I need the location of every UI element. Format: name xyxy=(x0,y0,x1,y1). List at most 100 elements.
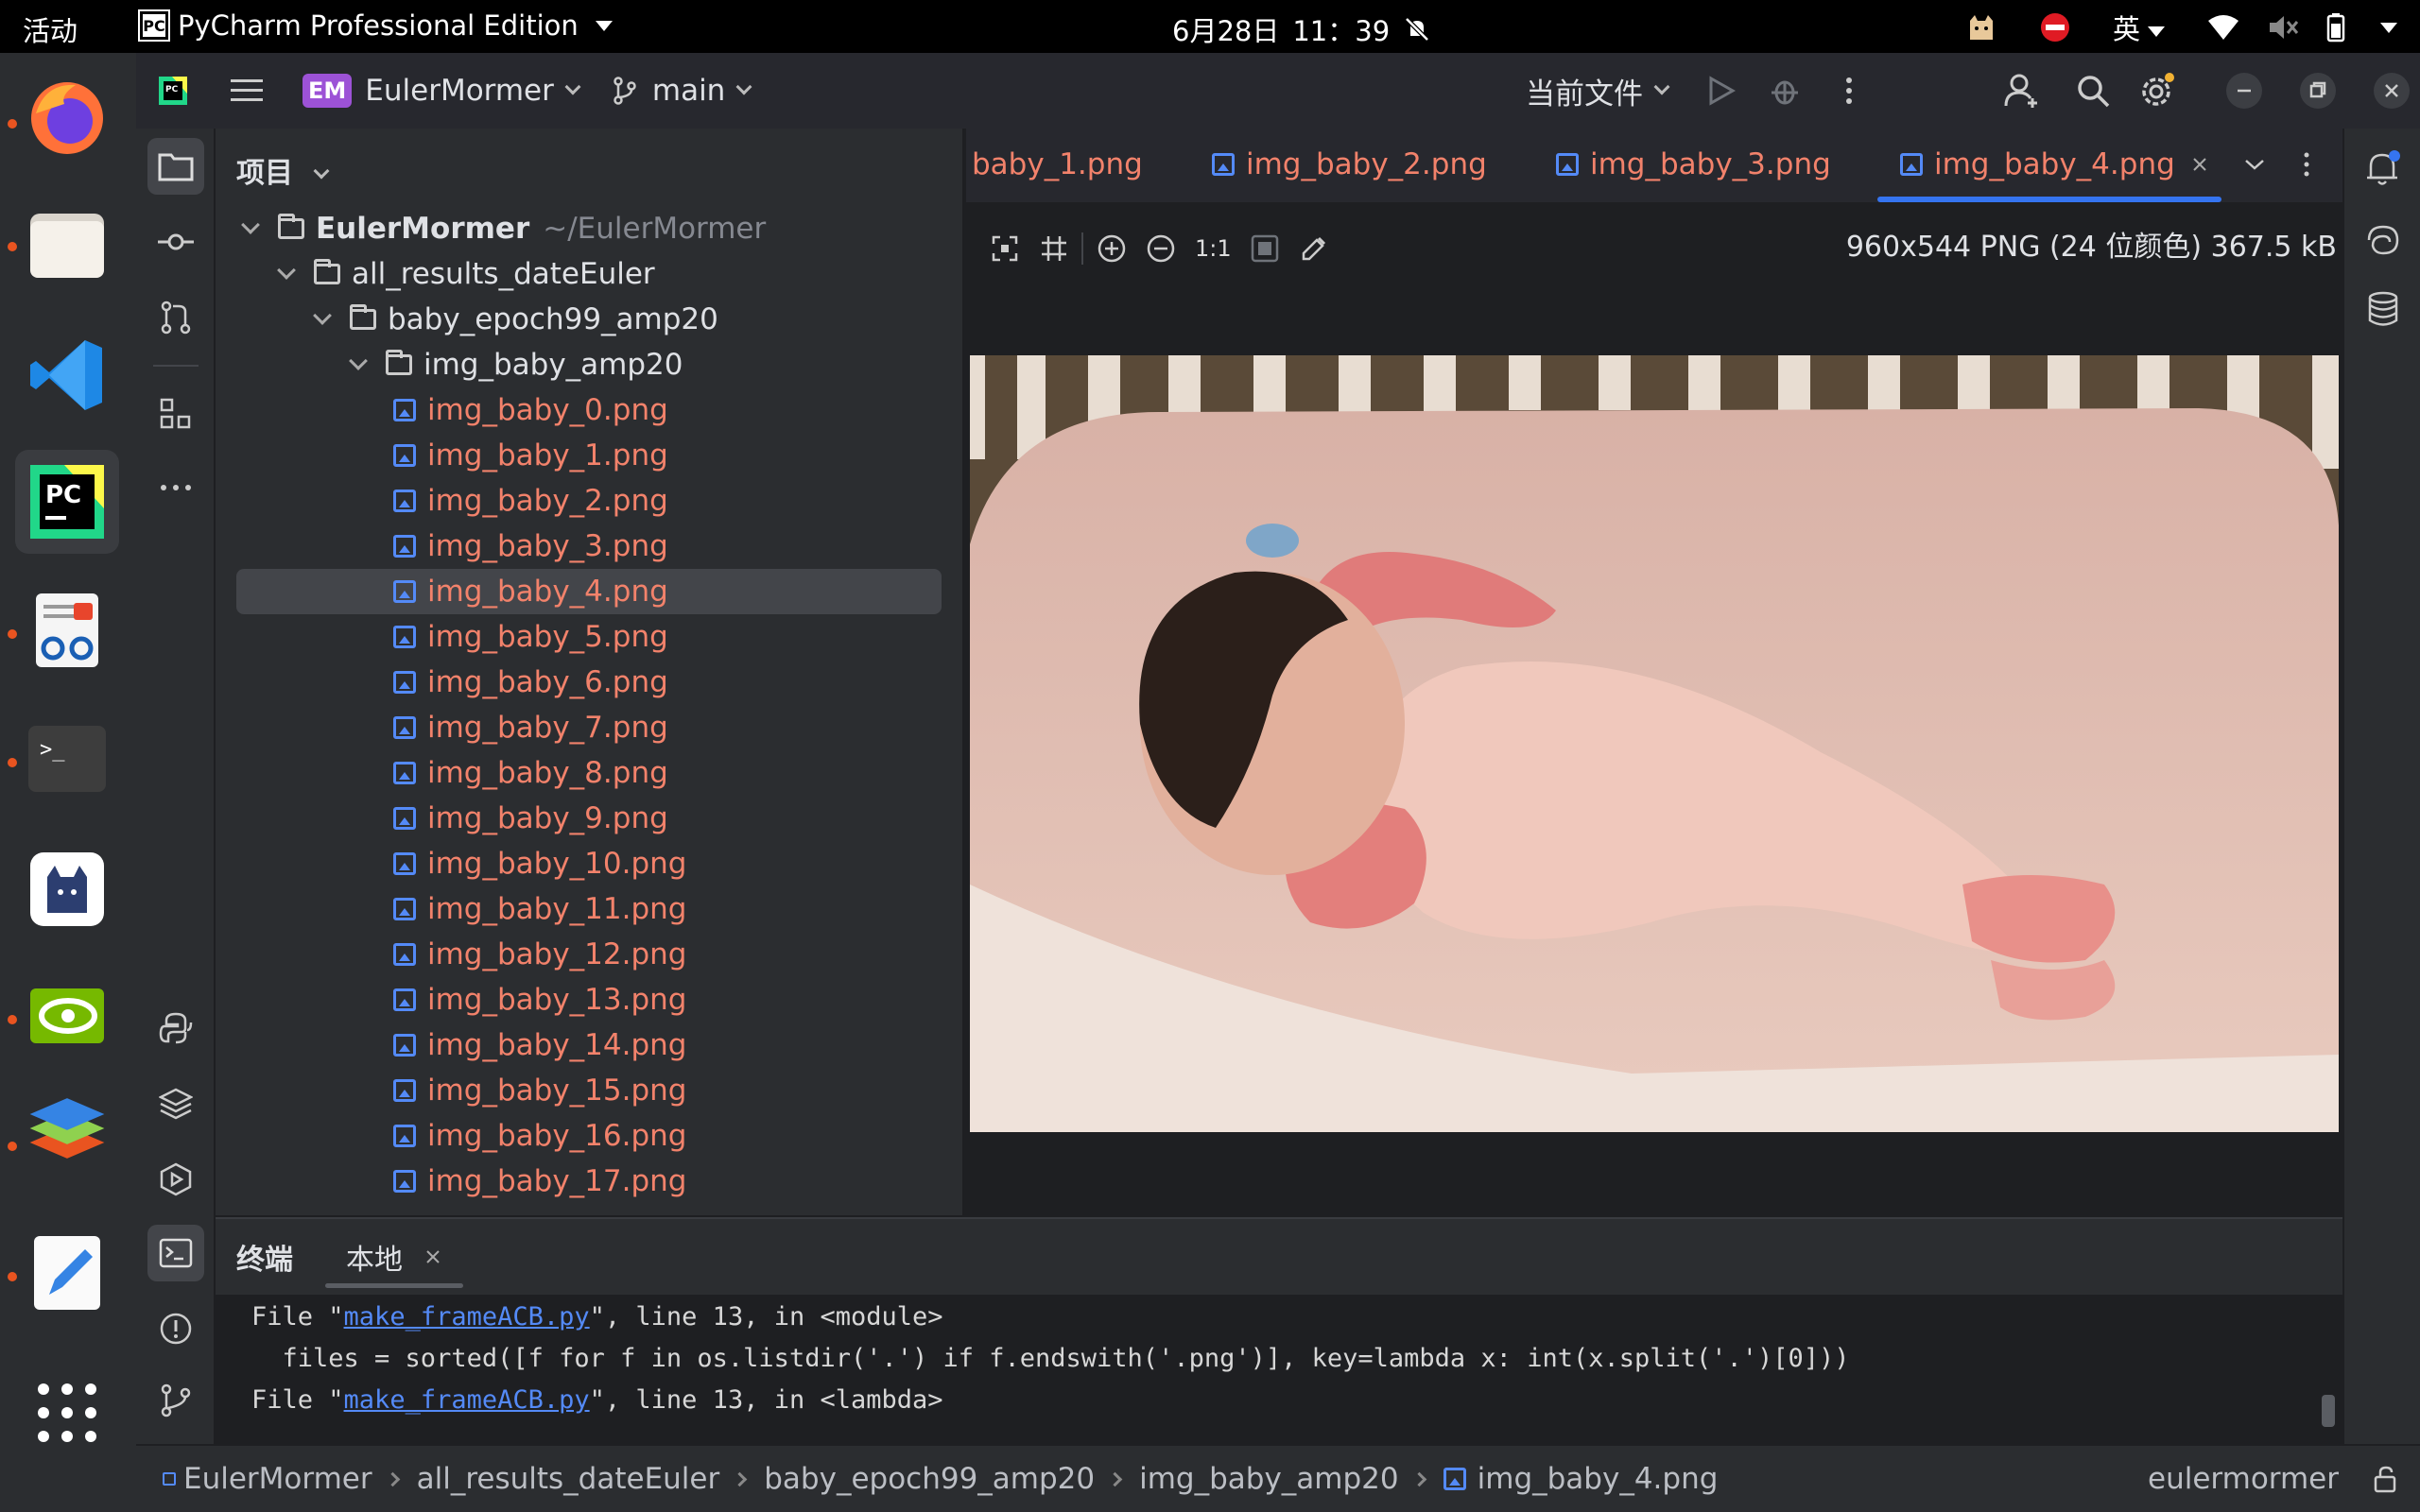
close-tab-icon[interactable] xyxy=(425,1249,441,1264)
app-menu[interactable]: PC PyCharm Professional Edition xyxy=(138,9,613,42)
status-menu[interactable] xyxy=(2206,12,2397,43)
activities-button[interactable]: 活动 xyxy=(23,9,78,49)
tree-file[interactable]: img_baby_9.png xyxy=(216,796,962,841)
breadcrumb-item[interactable]: img_baby_4.png xyxy=(1478,1462,1719,1496)
terminal-tool-button[interactable] xyxy=(147,1225,204,1281)
project-panel-header[interactable]: 项目 xyxy=(236,149,330,191)
tree-file[interactable]: img_baby_5.png xyxy=(216,614,962,660)
vscode-icon[interactable] xyxy=(25,333,110,418)
background-toggle-icon[interactable] xyxy=(1251,234,1279,263)
tab-img-baby-2[interactable]: img_baby_2.png xyxy=(1212,147,1487,181)
more-actions-icon[interactable] xyxy=(1845,77,1853,105)
terminal-scrollbar[interactable] xyxy=(2322,1395,2335,1427)
tree-file[interactable]: img_baby_12.png xyxy=(216,932,962,977)
structure-tool-button[interactable] xyxy=(147,386,204,442)
pycharm-dock-icon[interactable]: PC xyxy=(15,450,119,554)
tree-file[interactable]: img_baby_8.png xyxy=(216,750,962,796)
add-user-icon[interactable] xyxy=(2004,74,2040,108)
search-icon[interactable] xyxy=(2076,74,2110,108)
tree-file[interactable]: img_baby_2.png xyxy=(216,478,962,524)
pull-requests-tool-button[interactable] xyxy=(147,289,204,346)
tab-baby-1[interactable]: baby_1.png xyxy=(972,147,1143,181)
run-icon[interactable] xyxy=(1707,76,1736,106)
layers-app-icon[interactable] xyxy=(25,1098,110,1185)
fit-zoom-icon[interactable] xyxy=(991,234,1019,263)
do-not-disturb-icon[interactable] xyxy=(2039,11,2071,43)
root-name: EulerMormer xyxy=(316,212,530,246)
project-tool-button[interactable] xyxy=(147,138,204,195)
tab-more-icon[interactable] xyxy=(2303,151,2310,178)
tree-folder[interactable]: baby_epoch99_amp20 xyxy=(216,297,962,342)
breadcrumb-item[interactable]: baby_epoch99_amp20 xyxy=(764,1462,1095,1496)
show-apps-icon[interactable] xyxy=(25,1370,110,1455)
clock[interactable]: 6月28日 11：39 xyxy=(1172,9,1431,49)
tab-list-chevron-icon[interactable] xyxy=(2244,157,2265,172)
text-editor-icon[interactable] xyxy=(25,1230,110,1315)
close-window-icon[interactable] xyxy=(2373,72,2411,110)
tree-file[interactable]: img_baby_4.png xyxy=(236,569,942,614)
tree-root[interactable]: EulerMormer ~/EulerMormer xyxy=(216,206,962,251)
grid-toggle-icon[interactable] xyxy=(1040,234,1068,263)
image-file-icon xyxy=(393,988,416,1011)
tab-img-baby-3[interactable]: img_baby_3.png xyxy=(1556,147,1831,181)
breadcrumb-item[interactable]: EulerMormer xyxy=(183,1462,372,1496)
image-file-icon xyxy=(393,626,416,648)
run-config-selector[interactable]: 当前文件 xyxy=(1526,70,1670,112)
tree-file[interactable]: img_baby_14.png xyxy=(216,1022,962,1068)
tab-img-baby-4[interactable]: img_baby_4.png xyxy=(1900,147,2207,181)
tree-file[interactable]: img_baby_6.png xyxy=(216,660,962,705)
folder-icon xyxy=(350,304,376,330)
main-menu-icon[interactable] xyxy=(231,77,263,104)
settings-gear-icon[interactable] xyxy=(2138,72,2176,110)
close-tab-icon[interactable] xyxy=(2192,157,2207,172)
terminal-icon[interactable]: >_ xyxy=(25,716,110,801)
restore-window-icon[interactable] xyxy=(2299,72,2337,110)
debug-icon[interactable] xyxy=(1770,76,1800,106)
breadcrumb-item[interactable]: all_results_dateEuler xyxy=(417,1462,720,1496)
services-tool-button[interactable] xyxy=(147,1151,204,1208)
firefox-icon[interactable] xyxy=(25,74,110,159)
status-user[interactable]: eulermormer xyxy=(2148,1462,2339,1496)
zoom-out-icon[interactable] xyxy=(1146,233,1176,264)
branch-selector[interactable]: main xyxy=(613,74,752,108)
files-icon[interactable] xyxy=(25,202,110,287)
database-icon[interactable] xyxy=(2367,291,2399,327)
cat-tray-icon[interactable] xyxy=(1965,11,1997,43)
actual-size-button[interactable]: 1:1 xyxy=(1195,235,1232,262)
tree-file[interactable]: img_baby_10.png xyxy=(216,841,962,886)
more-tools-button[interactable] xyxy=(147,459,204,516)
pycharm-mini-icon: PC xyxy=(138,9,170,42)
tree-file[interactable]: img_baby_3.png xyxy=(216,524,962,569)
tree-file[interactable]: img_baby_11.png xyxy=(216,886,962,932)
tree-folder[interactable]: img_baby_amp20 xyxy=(216,342,962,387)
notifications-icon[interactable] xyxy=(2365,149,2401,187)
svg-text:PC: PC xyxy=(165,85,179,94)
file-link[interactable]: make_frameACB.py xyxy=(344,1302,590,1332)
text-reader-icon[interactable] xyxy=(25,588,110,673)
git-tool-button[interactable] xyxy=(147,1372,204,1429)
python-console-tool-button[interactable] xyxy=(147,1000,204,1057)
nvidia-icon[interactable] xyxy=(25,973,110,1058)
tree-file[interactable]: img_baby_7.png xyxy=(216,705,962,750)
terminal-tab-local[interactable]: 本地 xyxy=(325,1236,463,1288)
cat-app-icon[interactable] xyxy=(25,847,110,932)
color-picker-icon[interactable] xyxy=(1300,234,1328,263)
breadcrumb-item[interactable]: img_baby_amp20 xyxy=(1139,1462,1399,1496)
project-selector[interactable]: EM EulerMormer xyxy=(302,74,581,108)
minimize-window-icon[interactable] xyxy=(2225,72,2263,110)
lock-icon[interactable] xyxy=(2373,1465,2397,1493)
tree-file[interactable]: img_baby_0.png xyxy=(216,387,962,433)
tree-file[interactable]: img_baby_13.png xyxy=(216,977,962,1022)
file-link[interactable]: make_frameACB.py xyxy=(344,1385,590,1415)
tree-file[interactable]: img_baby_17.png xyxy=(216,1159,962,1204)
problems-tool-button[interactable] xyxy=(147,1300,204,1357)
tree-file[interactable]: img_baby_15.png xyxy=(216,1068,962,1113)
python-packages-tool-button[interactable] xyxy=(147,1075,204,1132)
tree-file[interactable]: img_baby_1.png xyxy=(216,433,962,478)
input-method-menu[interactable]: 英 xyxy=(2113,8,2165,47)
tree-folder[interactable]: all_results_dateEuler xyxy=(216,251,962,297)
ai-assistant-icon[interactable] xyxy=(2365,223,2401,257)
tree-file[interactable]: img_baby_16.png xyxy=(216,1113,962,1159)
commit-tool-button[interactable] xyxy=(147,214,204,270)
zoom-in-icon[interactable] xyxy=(1097,233,1127,264)
